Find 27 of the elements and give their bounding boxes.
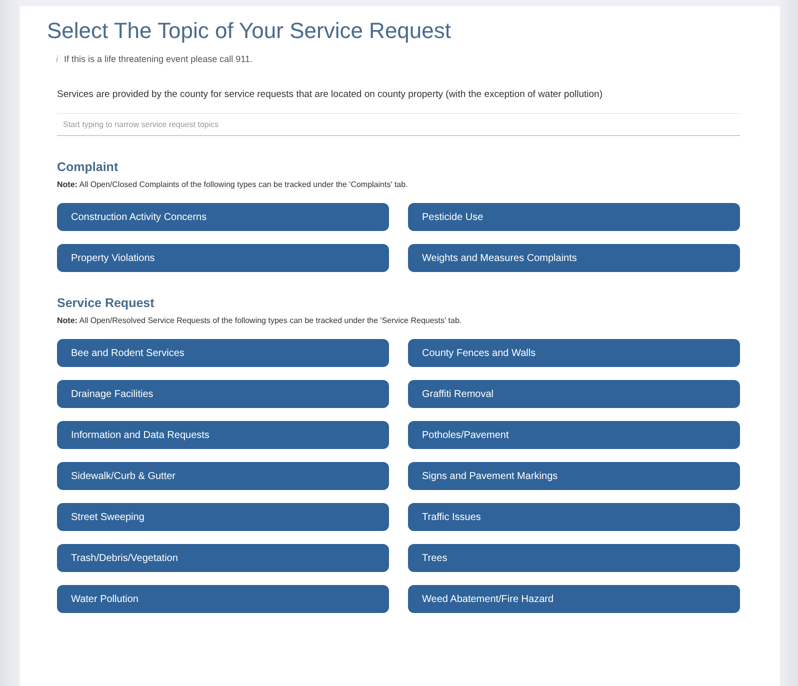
info-icon: i: [56, 54, 58, 64]
search-field[interactable]: Start typing to narrow service request topics: [57, 113, 740, 136]
note-text: Note: All Open/Resolved Service Requests of the following types can be tracked under the 'Service Requests' tab.: [57, 316, 463, 325]
topic-button[interactable]: Trash/Debris/Vegetation: [57, 544, 389, 572]
topic-button[interactable]: Weights and Measures Complaints: [408, 244, 740, 272]
topic-button[interactable]: County Fences and Walls: [408, 339, 740, 367]
topic-button[interactable]: Graffiti Removal: [408, 380, 740, 408]
section-heading: Complaint: [57, 160, 120, 174]
section-heading: Service Request: [57, 296, 156, 310]
topic-button[interactable]: Pesticide Use: [408, 203, 740, 231]
topic-button[interactable]: Drainage Facilities: [57, 380, 389, 408]
page-title: Select The Topic of Your Service Request: [47, 18, 452, 44]
notice-text: Services are provided by the county for service requests that are located on county property (with the exception of water pollution): [57, 89, 604, 100]
topic-button[interactable]: Sidewalk/Curb & Gutter: [57, 462, 389, 490]
topic-button[interactable]: Weed Abatement/Fire Hazard: [408, 585, 740, 613]
topic-button[interactable]: Signs and Pavement Markings: [408, 462, 740, 490]
topic-button[interactable]: Information and Data Requests: [57, 421, 389, 449]
topic-button[interactable]: Bee and Rodent Services: [57, 339, 389, 367]
topic-button[interactable]: Property Violations: [57, 244, 389, 272]
topic-button[interactable]: Traffic Issues: [408, 503, 740, 531]
topic-button[interactable]: Street Sweeping: [57, 503, 389, 531]
note-text: Note: All Open/Closed Complaints of the following types can be tracked under the 'Complaints' tab.: [57, 180, 409, 189]
topic-button[interactable]: Potholes/Pavement: [408, 421, 740, 449]
topic-button[interactable]: Water Pollution: [57, 585, 389, 613]
info-text: If this is a life threatening event please call 911.: [64, 54, 252, 64]
topic-button[interactable]: Construction Activity Concerns: [57, 203, 389, 231]
topic-button[interactable]: Trees: [408, 544, 740, 572]
